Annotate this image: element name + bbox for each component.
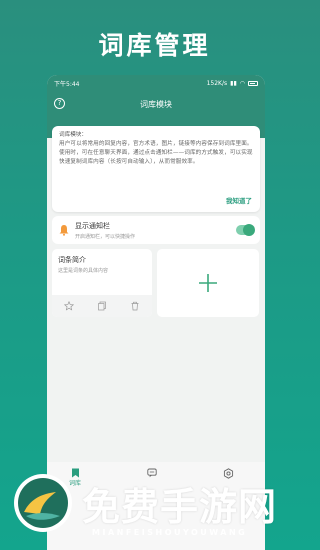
notification-text: 显示通知栏 开启通知栏，可以快捷操作 xyxy=(75,221,236,240)
bell-icon xyxy=(59,225,69,236)
entry-title: 词条简介 xyxy=(58,256,86,264)
notification-title: 显示通知栏 xyxy=(75,221,110,230)
status-time: 下午5:44 xyxy=(54,81,80,88)
app-bar: ? 词库模块 xyxy=(47,92,265,116)
tip-body: 用户可以将常用的回复内容，官方术语，图片，链接等内容保存到词库里面。使用时，可在… xyxy=(59,141,253,165)
battery-icon xyxy=(248,81,258,86)
toggle-knob xyxy=(243,224,255,236)
page-headline: 词库管理 xyxy=(98,31,211,60)
status-bar: 下午5:44 152K/s ▮▮ ◠ xyxy=(47,75,265,92)
network-speed: 152K/s xyxy=(206,80,228,87)
star-icon[interactable] xyxy=(63,301,74,311)
entry-card[interactable]: 词条简介 这里是词条的具体内容 xyxy=(52,249,152,317)
help-icon[interactable]: ? xyxy=(54,98,65,109)
signal-icon: ▮▮ xyxy=(230,80,237,87)
watermark-subtitle: MIANFEISHOUYOUWANG xyxy=(92,528,248,537)
notification-toggle[interactable] xyxy=(236,224,255,236)
tip-title: 词库模块： xyxy=(59,132,87,138)
site-watermark: 免费手游网 MIANFEISHOUYOUWANG xyxy=(12,472,302,550)
wifi-icon: ◠ xyxy=(239,80,245,87)
status-indicators: 152K/s ▮▮ ◠ xyxy=(207,80,258,87)
notification-setting-card: 显示通知栏 开启通知栏，可以快捷操作 xyxy=(52,216,260,244)
entry-subtitle: 这里是词条的具体内容 xyxy=(58,268,109,274)
tip-card: 词库模块： 用户可以将常用的回复内容，官方术语，图片，链接等内容保存到词库里面。… xyxy=(52,126,260,212)
plus-icon xyxy=(199,274,217,292)
tip-dismiss-button[interactable]: 我知道了 xyxy=(226,197,252,206)
copy-icon[interactable] xyxy=(97,301,107,311)
add-entry-button[interactable] xyxy=(157,249,259,317)
delete-icon[interactable] xyxy=(130,301,140,311)
entry-actions xyxy=(52,295,152,317)
app-bar-title: 词库模块 xyxy=(140,99,172,109)
watermark-title: 免费手游网 xyxy=(82,485,278,529)
notification-subtitle: 开启通知栏，可以快捷操作 xyxy=(75,233,136,240)
watermark-logo xyxy=(14,474,72,532)
